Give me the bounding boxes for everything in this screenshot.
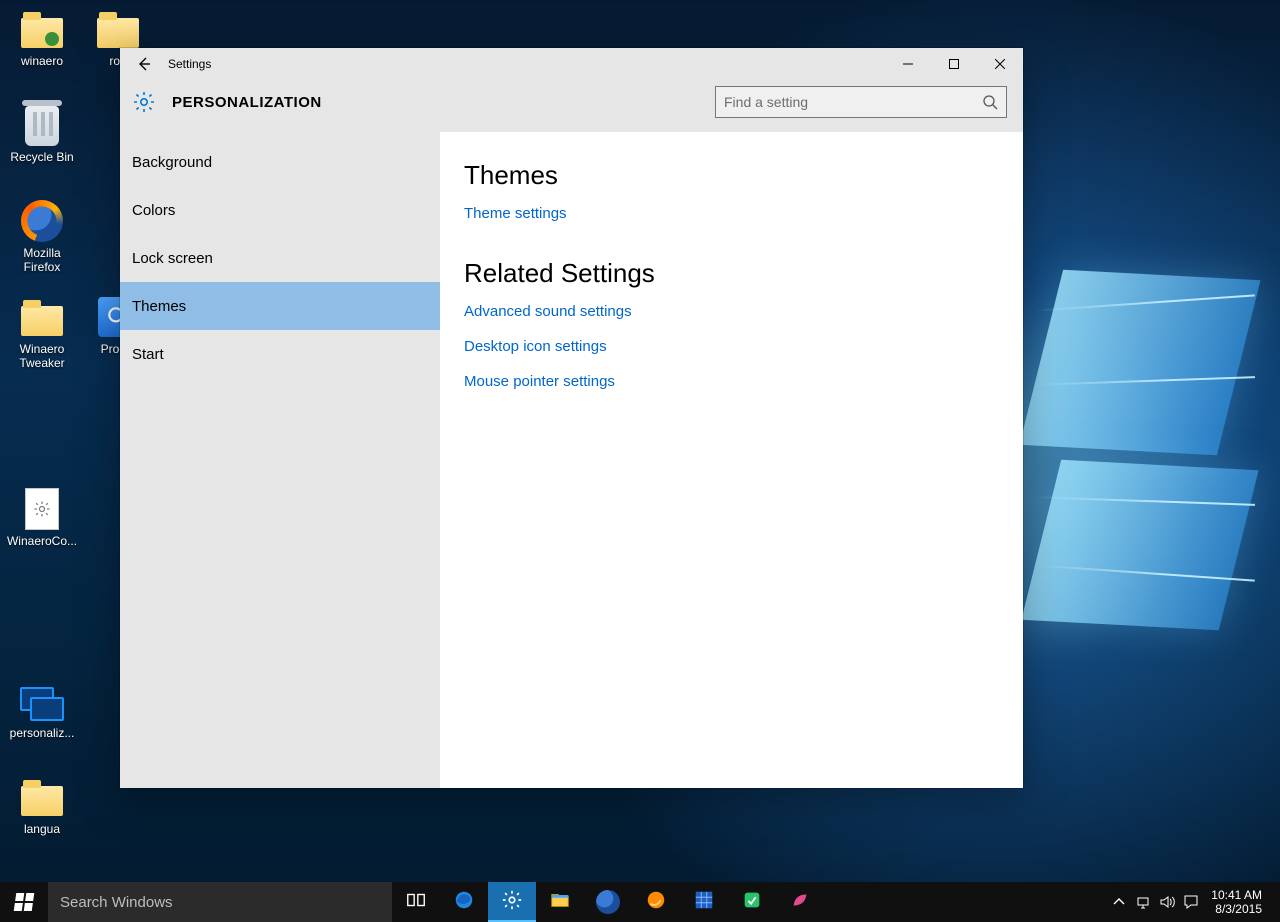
desktop-icon-label: WinaeroCo... (7, 534, 77, 548)
titlebar[interactable]: Settings (120, 48, 1023, 80)
link-theme-settings[interactable]: Theme settings (464, 205, 567, 222)
maximize-button[interactable] (931, 48, 977, 80)
settings-side-nav: BackgroundColorsLock screenThemesStart (120, 132, 440, 788)
desktop-icon-label: Winaero Tweaker (6, 342, 78, 370)
taskbar: 10:41 AM 8/3/2015 (0, 882, 1280, 922)
sidebar-item-themes[interactable]: Themes (120, 282, 440, 330)
page-title: PERSONALIZATION (172, 94, 322, 111)
close-icon (995, 59, 1005, 69)
explorer-icon (549, 889, 571, 916)
desktop-icon-label: personaliz... (10, 726, 75, 740)
taskbar-search-box[interactable] (48, 882, 392, 922)
link-advanced-sound-settings[interactable]: Advanced sound settings (464, 303, 632, 320)
action-center-icon (1183, 894, 1199, 910)
minimize-icon (903, 59, 913, 69)
taskbar-button-pink-app[interactable] (776, 882, 824, 922)
window-header: PERSONALIZATION (120, 80, 1023, 132)
windows-logo-icon (14, 893, 35, 911)
gear-icon (130, 88, 158, 116)
taskbar-button-settings-app[interactable] (488, 882, 536, 922)
taskbar-button-file-explorer[interactable] (536, 882, 584, 922)
taskbar-button-firefox-tb[interactable] (584, 882, 632, 922)
taskbar-clock[interactable]: 10:41 AM 8/3/2015 (1203, 888, 1270, 916)
folder-icon (95, 6, 141, 52)
taskbar-button-sysinternals[interactable] (680, 882, 728, 922)
folder-icon (19, 774, 65, 820)
tray-volume-button[interactable] (1155, 882, 1179, 922)
tray-action-center-button[interactable] (1179, 882, 1203, 922)
taskbar-button-edge[interactable] (440, 882, 488, 922)
desktop-icon-label: Recycle Bin (10, 150, 73, 164)
link-mouse-pointer-settings[interactable]: Mouse pointer settings (464, 373, 615, 390)
minimize-button[interactable] (885, 48, 931, 80)
desktop-icon-label: winaero (21, 54, 63, 68)
green-app-icon (741, 889, 763, 916)
volume-icon (1159, 894, 1175, 910)
sidebar-item-colors[interactable]: Colors (120, 186, 440, 234)
section-heading-related: Related Settings (464, 258, 999, 289)
clock-time: 10:41 AM (1211, 888, 1262, 902)
gearfile-icon (19, 486, 65, 532)
network-icon (1135, 894, 1151, 910)
edge-icon (453, 889, 475, 916)
grid-blue-icon (693, 889, 715, 916)
settings-search-box[interactable] (715, 86, 1007, 118)
search-icon (982, 94, 998, 110)
taskbar-button-app-orange[interactable] (632, 882, 680, 922)
desktop-icon-winaero-tweaker[interactable]: Winaero Tweaker (4, 292, 80, 388)
desktop-icon-winaero[interactable]: winaero (4, 4, 80, 100)
desktop-icon-languages[interactable]: langua (4, 772, 80, 868)
settings-window: Settings PERSONALIZATION BackgroundColor… (120, 48, 1023, 788)
desktop-icon-winaero-context[interactable]: WinaeroCo... (4, 484, 80, 580)
settings-content: Themes Theme settings Related Settings A… (440, 132, 1023, 788)
desktop-icon-label: Mozilla Firefox (6, 246, 78, 274)
desktop-icon-personalization[interactable]: personaliz... (4, 676, 80, 772)
wallpaper-ornament (1021, 460, 1258, 630)
maximize-icon (949, 59, 959, 69)
taskbar-button-greenshot[interactable] (728, 882, 776, 922)
system-tray: 10:41 AM 8/3/2015 (1107, 882, 1280, 922)
section-heading-themes: Themes (464, 160, 999, 191)
close-button[interactable] (977, 48, 1023, 80)
taskbar-button-task-view[interactable] (392, 882, 440, 922)
recyclebin-icon (19, 102, 65, 148)
pink-app-icon (789, 889, 811, 916)
sidebar-item-background[interactable]: Background (120, 138, 440, 186)
window-title: Settings (168, 57, 211, 71)
desktop-icon-label: langua (24, 822, 60, 836)
link-desktop-icon-settings[interactable]: Desktop icon settings (464, 338, 607, 355)
desktop-icon-firefox[interactable]: Mozilla Firefox (4, 196, 80, 292)
tray-network-button[interactable] (1131, 882, 1155, 922)
sidebar-item-lock-screen[interactable]: Lock screen (120, 234, 440, 282)
arrow-left-icon (136, 56, 152, 72)
firefox-icon (596, 890, 620, 914)
orange-ball-icon (645, 889, 667, 916)
start-button[interactable] (0, 882, 48, 922)
sidebar-item-start[interactable]: Start (120, 330, 440, 378)
folder-icon (19, 294, 65, 340)
tray-overflow-button[interactable] (1107, 882, 1131, 922)
screens-icon (19, 678, 65, 724)
back-button[interactable] (120, 48, 168, 80)
clock-date: 8/3/2015 (1215, 902, 1262, 916)
settings-search-input[interactable] (724, 94, 982, 110)
firefox-icon (19, 198, 65, 244)
taskbar-search-input[interactable] (60, 894, 380, 911)
folder-avatar-icon (19, 6, 65, 52)
taskview-icon (405, 889, 427, 916)
chevron-up-icon (1111, 894, 1127, 910)
desktop-icon-recycle-bin[interactable]: Recycle Bin (4, 100, 80, 196)
gear-icon (501, 889, 523, 916)
